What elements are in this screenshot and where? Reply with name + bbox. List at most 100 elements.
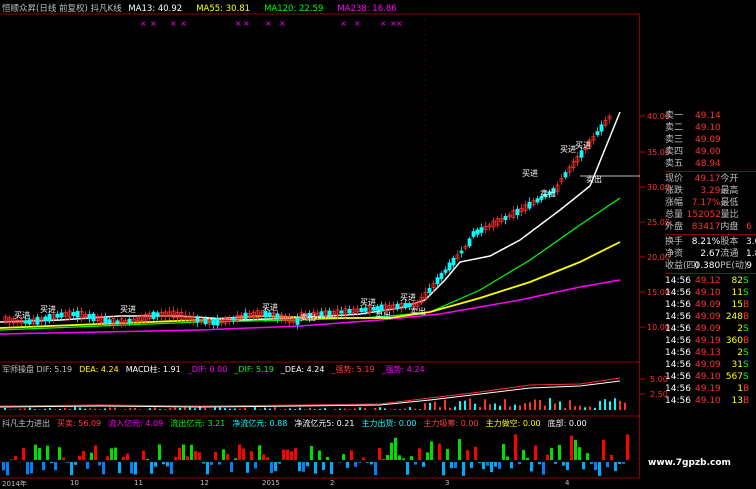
flow-legend-item: 买卖: 56.09 xyxy=(57,419,101,428)
sell-order-book: 卖一49.14卖二49.10卖三49.09卖四49.00卖五48.94 xyxy=(665,110,756,170)
tick-volume: 15 xyxy=(725,299,743,311)
quote-row: 涨幅7.17%最低 xyxy=(665,197,756,209)
tick-side: S xyxy=(743,371,753,383)
tick-volume: 31 xyxy=(725,359,743,371)
tick-time: 14:56 xyxy=(665,299,695,311)
flow-legend-item: 净流亿元: 0.88 xyxy=(232,419,287,428)
quote-value xyxy=(746,209,756,221)
tick-side: B xyxy=(743,395,753,407)
sell-signal-label: 卖出 xyxy=(375,310,391,320)
ask-price: 49.09 xyxy=(695,134,735,146)
x-mark: × xyxy=(396,19,403,28)
quote-label: 涨幅 xyxy=(665,197,687,209)
ask-row: 卖二49.10 xyxy=(665,122,756,134)
kline-chart[interactable]: 40.0035.0030.0025.0020.0015.0010.00 买进买进… xyxy=(0,0,756,487)
watermark: www.7gpzb.com xyxy=(648,458,731,468)
quote-label: 涨跌 xyxy=(665,185,687,197)
quote-label: 最高 xyxy=(720,185,746,197)
tick-volume: 13 xyxy=(725,395,743,407)
tick-time: 14:56 xyxy=(665,287,695,299)
x-mark: × xyxy=(140,19,147,28)
stat-row: 收益(四)0.380PE(动)9 xyxy=(665,260,756,272)
tick-time: 14:56 xyxy=(665,371,695,383)
quote-label: 总量 xyxy=(665,209,687,221)
tick-time: 14:56 xyxy=(665,275,695,287)
x-mark: × xyxy=(170,19,177,28)
tick-time: 14:56 xyxy=(665,311,695,323)
quote-value: 7.17% xyxy=(687,197,721,209)
x-mark: × xyxy=(150,19,157,28)
macd-panel: 5.002.50 xyxy=(0,375,668,410)
tick-time: 14:56 xyxy=(665,323,695,335)
tick-row: 14:5649.092 S xyxy=(665,323,756,335)
ask-row: 卖四49.00 xyxy=(665,146,756,158)
tick-row: 14:5649.10567 S xyxy=(665,371,756,383)
flow-legend-item: 抖凡主力进出 xyxy=(2,419,50,428)
stat-value: 1.8 xyxy=(746,248,756,260)
ask-row: 卖一49.14 xyxy=(665,110,756,122)
stat-row: 换手8.21%股本3.0 xyxy=(665,236,756,248)
quote-value xyxy=(746,185,756,197)
tick-volume: 82 xyxy=(725,275,743,287)
ma120-line xyxy=(0,198,620,330)
tick-row: 14:5649.0915 B xyxy=(665,299,756,311)
tick-time: 14:56 xyxy=(665,347,695,359)
tick-price: 49.09 xyxy=(695,359,725,371)
tick-side: B xyxy=(743,299,753,311)
date-tick-label: 4 xyxy=(565,479,569,487)
tick-volume: 2 xyxy=(725,323,743,335)
flow-legend-item: 流入亿元: 4.09 xyxy=(108,419,163,428)
tick-price: 49.13 xyxy=(695,347,725,359)
tick-price: 49.09 xyxy=(695,299,725,311)
tick-row: 14:5649.1282 S xyxy=(665,275,756,287)
stat-value: 2.67 xyxy=(687,248,721,260)
stats-list: 换手8.21%股本3.0净资2.67流通1.8收益(四)0.380PE(动)9 xyxy=(665,236,756,272)
tick-volume: 360 xyxy=(725,335,743,347)
tick-price: 49.10 xyxy=(695,287,725,299)
tick-time: 14:56 xyxy=(665,383,695,395)
buy-signal-label: 买进 xyxy=(400,293,416,302)
quote-value xyxy=(746,173,756,185)
x-mark: × xyxy=(265,19,272,28)
tick-side: B xyxy=(743,311,753,323)
tick-row: 14:5649.132 S xyxy=(665,347,756,359)
date-tick-label: 2014年 xyxy=(2,479,27,489)
flow-legend-item: 底部: 0.00 xyxy=(548,419,587,428)
x-mark: × xyxy=(180,19,187,28)
ma13-line xyxy=(0,112,620,322)
quote-row: 现价49.17今开 xyxy=(665,173,756,185)
tick-row: 14:5649.1013 B xyxy=(665,395,756,407)
macd-legend-item: _强势: 5.19 xyxy=(331,365,374,374)
x-mark: × xyxy=(279,19,286,28)
buy-signal-label: 买进 xyxy=(40,305,56,314)
tick-price: 49.10 xyxy=(695,371,725,383)
stat-label: 股本 xyxy=(720,236,746,248)
tick-row: 14:5649.0931 S xyxy=(665,359,756,371)
x-mark: × xyxy=(340,19,347,28)
chart-header: 恒顺众昇(日线 前复权) 抖凡K线 MA13: 40.92 MA55: 30.81… xyxy=(2,2,397,14)
tick-side: S xyxy=(743,287,753,299)
dea-line xyxy=(0,381,620,407)
buy-signal-label: 买进 xyxy=(522,169,538,178)
macd-legend-item: _DIF: 5.19 xyxy=(234,365,274,374)
ma-legend-item: MA13: 40.92 xyxy=(128,4,182,14)
quote-label: 外盘 xyxy=(665,221,687,233)
flow-legend-item: 流出亿元: 3.21 xyxy=(170,419,225,428)
stock-title: 恒顺众昇(日线 前复权) 抖凡K线 xyxy=(2,4,122,14)
tick-volume: 11 xyxy=(725,287,743,299)
stat-label: 流通 xyxy=(720,248,746,260)
stat-label: 收益(四) xyxy=(665,260,687,272)
ask-label: 卖一 xyxy=(665,110,695,122)
x-mark: × xyxy=(243,19,250,28)
tick-time: 14:56 xyxy=(665,359,695,371)
ma-legend-item: MA55: 30.81 xyxy=(196,4,250,14)
flow-legend-item: 净流亿元5: 0.21 xyxy=(294,419,354,428)
tick-volume: 567 xyxy=(725,371,743,383)
tick-time: 14:56 xyxy=(665,335,695,347)
quote-row: 总量152052量比 xyxy=(665,209,756,221)
quote-value: 6 xyxy=(746,221,756,233)
quote-value: 49.17 xyxy=(687,173,721,185)
quote-value: 152052 xyxy=(687,209,721,221)
tick-price: 49.10 xyxy=(695,395,725,407)
tick-side: S xyxy=(743,275,753,287)
